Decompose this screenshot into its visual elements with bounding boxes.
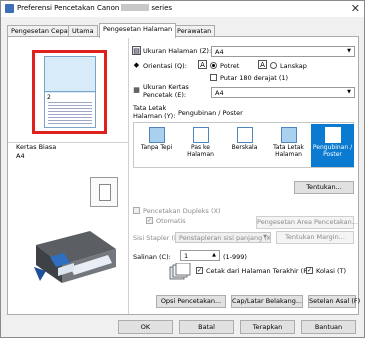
help-button[interactable]: Bantuan xyxy=(301,320,356,334)
page-layout-options: Tanpa Tepi Pas ke Halaman Berskala Tata … xyxy=(133,122,354,168)
staple-side-label: Sisi Stapler (I): xyxy=(133,234,181,242)
page-size-select[interactable]: A4 ▼ xyxy=(211,46,355,57)
cancel-button[interactable]: Batal xyxy=(179,320,234,334)
layout-fit-to-page[interactable]: Pas ke Halaman xyxy=(179,124,222,167)
preview-text-line xyxy=(48,123,92,124)
window-title: Preferensi Pencetakan Canon series xyxy=(17,4,173,12)
layout-fit-to-page-label: Pas ke Halaman xyxy=(187,144,214,158)
media-size-value: A4 xyxy=(16,152,25,160)
layout-tiling-poster[interactable]: Pengubinan / Poster xyxy=(311,124,354,167)
stamp-background-button[interactable]: Cap/Latar Belakang... xyxy=(231,295,303,308)
tiling-poster-icon xyxy=(324,127,341,143)
landscape-icon: A xyxy=(258,60,267,69)
duplex-auto-checkbox[interactable]: ✓ xyxy=(146,217,153,224)
duplex-auto-label: Otomatis xyxy=(156,217,186,225)
collate-checkbox[interactable]: ✓ xyxy=(306,267,313,274)
page-size-label: Ukuran Halaman (Z): xyxy=(143,47,212,55)
printer-paper-size-label-1: Ukuran Kertas xyxy=(143,83,189,91)
rotate-180-label: Putar 180 derajat (1) xyxy=(220,74,289,82)
page-layout-icon xyxy=(280,127,297,143)
printer-illustration-icon xyxy=(34,231,116,283)
tab-page-setup[interactable]: Pengesetan Halaman xyxy=(99,23,177,38)
print-from-last-page-label: Cetak dari Halaman Terakhir (R) xyxy=(206,267,311,275)
borderless-icon xyxy=(148,127,165,143)
landscape-label: Lanskap xyxy=(280,62,307,70)
layout-page-layout[interactable]: Tata Letak Halaman xyxy=(267,124,310,167)
apply-button[interactable]: Terapkan xyxy=(240,320,295,334)
preview-page: 2 xyxy=(44,56,96,128)
printer-paper-size-label-2: Pencetak (E): xyxy=(143,91,187,99)
preview-tile-bottom: 2 xyxy=(45,93,95,127)
layout-page-layout-label: Tata Letak Halaman xyxy=(273,144,304,158)
duplex-label: Pencetakan Dupleks (X) xyxy=(143,207,221,215)
printer-app-icon xyxy=(5,4,14,13)
preview-text-line xyxy=(48,120,92,121)
portrait-radio[interactable] xyxy=(210,62,217,69)
chevron-down-icon: ▼ xyxy=(263,234,267,240)
preview-page-number: 2 xyxy=(47,94,51,101)
ok-button[interactable]: OK xyxy=(118,320,173,334)
layout-tiling-poster-label: Pengubinan / Poster xyxy=(312,144,353,158)
printing-preferences-window: Preferensi Pencetakan Canon series ✕ Peng… xyxy=(0,0,365,338)
redacted-model-name xyxy=(121,4,150,11)
portrait-icon: A xyxy=(198,60,207,69)
media-type-label: Kertas Biasa xyxy=(16,143,57,151)
layout-borderless-label: Tanpa Tepi xyxy=(140,144,173,151)
page-size-icon: ▤ xyxy=(132,46,141,55)
portrait-label: Potret xyxy=(220,62,240,70)
orientation-label: Orientasi (Q): xyxy=(143,62,187,70)
preview-text-line xyxy=(48,111,92,112)
layout-scaled-label: Berskala xyxy=(231,144,258,151)
print-from-last-page-checkbox[interactable]: ✓ xyxy=(196,267,203,274)
defaults-button[interactable]: Setelan Asal (F) xyxy=(308,295,360,308)
printer-paper-size-select[interactable]: A4 ▼ xyxy=(211,87,355,98)
page-setup-panel: 2 Kertas Biasa A4 ▤ Ukuran Halaman (Z): … xyxy=(7,36,360,315)
copies-label: Salinan (C): xyxy=(133,253,171,261)
paper-source-icon[interactable] xyxy=(90,177,118,207)
orientation-icon: ◆ xyxy=(133,61,140,69)
layout-preview: 2 xyxy=(32,50,107,134)
preview-text-line xyxy=(48,102,92,103)
copies-input[interactable]: 1 ▲ xyxy=(180,250,220,261)
preview-text-line xyxy=(48,105,92,106)
staple-side-select[interactable]: Penstapleran sisi panjang (Kiri) ▼ xyxy=(175,232,271,243)
duplex-checkbox[interactable] xyxy=(133,207,140,214)
printer-paper-size-icon: ▦ xyxy=(133,86,140,94)
print-area-setup-button[interactable]: Pengesetan Area Pencetakan... xyxy=(256,216,358,229)
close-icon[interactable]: ✕ xyxy=(351,2,360,15)
preview-text-line xyxy=(48,114,92,115)
preview-tile-top xyxy=(45,57,95,92)
scaled-icon xyxy=(236,127,253,143)
copies-range: (1-999) xyxy=(223,253,247,261)
copies-stack-icon xyxy=(169,263,191,280)
title-bar: Preferensi Pencetakan Canon series ✕ xyxy=(1,1,364,17)
chevron-down-icon: ▼ xyxy=(347,89,351,95)
layout-scaled[interactable]: Berskala xyxy=(223,124,266,167)
page-layout-current: Pengubinan / Poster xyxy=(178,109,243,117)
specify-button[interactable]: Tentukan... xyxy=(294,181,354,194)
print-options-button[interactable]: Opsi Pencetakan... xyxy=(156,295,226,308)
page-layout-label-1: Tata Letak xyxy=(133,104,167,112)
chevron-down-icon: ▼ xyxy=(347,48,351,54)
fit-to-page-icon xyxy=(192,127,209,143)
column-separator xyxy=(128,37,129,314)
page-layout-label-2: Halaman (Y): xyxy=(133,112,176,120)
layout-borderless[interactable]: Tanpa Tepi xyxy=(135,124,178,167)
collate-label: Kolasi (T) xyxy=(316,267,347,275)
rotate-180-checkbox[interactable] xyxy=(210,74,217,81)
specify-margin-button[interactable]: Tentukan Margin... xyxy=(276,231,354,244)
preview-text-line xyxy=(48,117,92,118)
spinner-arrows-icon[interactable]: ▲ xyxy=(212,252,216,258)
preview-text-line xyxy=(48,108,92,109)
landscape-radio[interactable] xyxy=(270,62,277,69)
